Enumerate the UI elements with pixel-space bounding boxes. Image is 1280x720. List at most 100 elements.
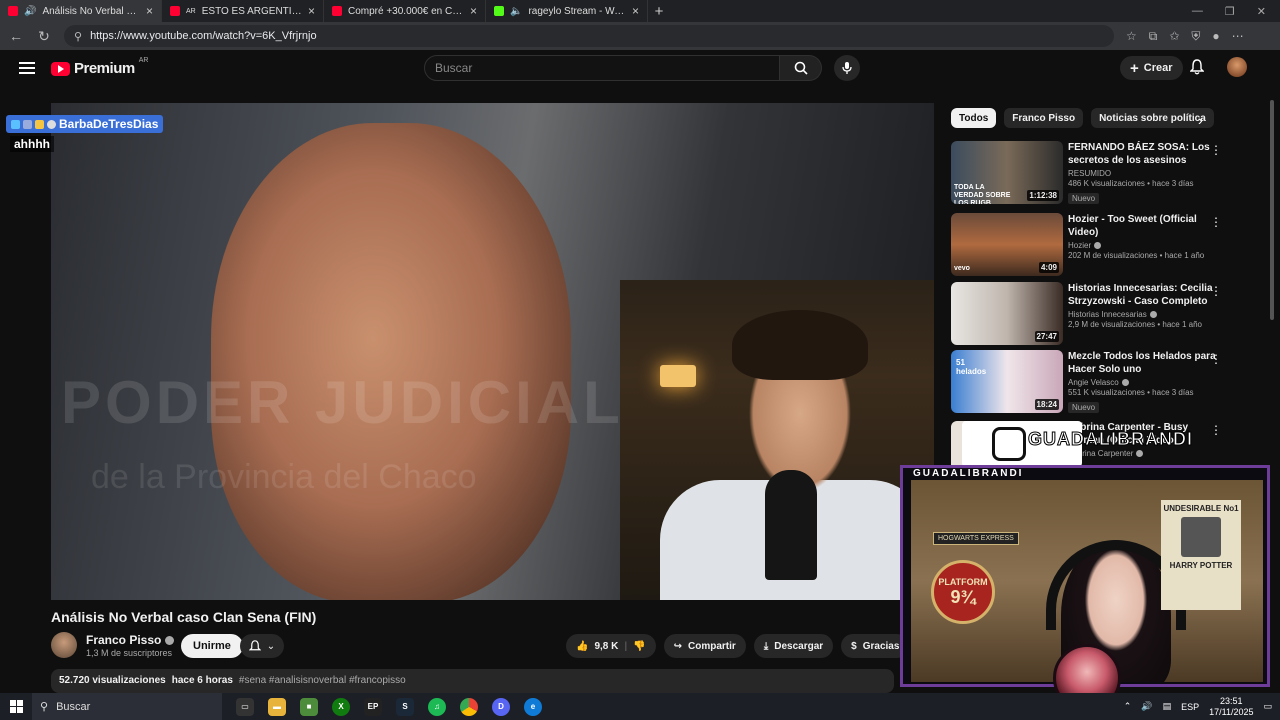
more-options-icon[interactable]: ⋮ [1210, 284, 1222, 298]
file-explorer-icon[interactable]: ▬ [268, 697, 286, 716]
taskbar-apps: ▭ ▬ ■ X EP S ♫ D e [222, 697, 542, 716]
thanks-icon: $ [851, 640, 857, 652]
hashtags[interactable]: #sena #analisisnoverbal #francopisso [239, 675, 406, 687]
channel-avatar[interactable] [51, 632, 77, 658]
recommendation-channel-row[interactable]: Hozier [1068, 241, 1218, 250]
recommendation-item[interactable]: 51 helados 18:24 Mezcle Todos los Helado… [951, 350, 1261, 414]
more-options-icon[interactable]: ⋮ [1210, 352, 1222, 366]
more-icon[interactable]: ⋯ [1232, 29, 1244, 44]
search-button[interactable] [780, 55, 822, 81]
windows-logo-icon [9, 700, 23, 713]
sidebar-scrollbar[interactable] [1270, 100, 1274, 320]
new-tab-button[interactable]: + [648, 3, 670, 20]
search-input[interactable]: Buscar [424, 55, 780, 81]
network-icon[interactable]: ▤ [1163, 701, 1172, 712]
download-button[interactable]: ⤓ Descargar [753, 634, 834, 658]
channel-name[interactable]: Franco Pisso [86, 633, 175, 647]
close-window-icon[interactable]: ✕ [1257, 5, 1266, 18]
close-tab-icon[interactable]: × [308, 4, 315, 18]
back-icon[interactable]: ← [8, 28, 24, 44]
language-indicator[interactable]: ESP [1181, 702, 1199, 712]
create-button[interactable]: + Crear [1120, 56, 1183, 80]
taskbar-search[interactable]: ⚲ Buscar [32, 693, 222, 720]
join-button[interactable]: Unirme [181, 634, 243, 658]
hamburger-menu-icon[interactable] [19, 62, 35, 74]
site-info-icon[interactable]: ⚲ [74, 30, 82, 43]
filter-chips: Todos Franco Pisso Noticias sobre políti… [951, 108, 1214, 128]
browser-tab-bar: 🔊 Análisis No Verbal caso Clan Sena × AR… [0, 0, 1280, 22]
epic-games-icon[interactable]: EP [364, 697, 382, 716]
profile-icon[interactable]: ● [1212, 29, 1219, 44]
star-icon[interactable]: ☆ [1126, 29, 1137, 44]
steam-icon[interactable]: S [396, 697, 414, 716]
browser-tab-2[interactable]: AR ESTO ES ARGENTINA! MEJO × [162, 0, 324, 22]
edge-icon[interactable]: e [524, 697, 542, 716]
chevron-down-icon: ⌄ [266, 640, 276, 652]
muted-speaker-icon[interactable]: 🔈 [510, 6, 522, 17]
chevron-up-icon[interactable]: ⌃ [1124, 701, 1132, 712]
video-thumbnail[interactable]: 51 helados 18:24 [951, 350, 1063, 413]
shield-icon[interactable]: ⛨ [1191, 29, 1200, 44]
recommendation-meta: 2,9 M de visualizaciones • hace 1 año [1068, 320, 1202, 329]
share-button[interactable]: ↪ Compartir [663, 634, 746, 658]
close-tab-icon[interactable]: × [146, 4, 153, 18]
task-view-icon[interactable]: ▭ [236, 697, 254, 716]
thumbs-up-icon: 👍 [576, 640, 589, 652]
recommendation-item[interactable]: TODA LA VERDAD SOBRE LOS RUGB 1:12:38 FE… [951, 141, 1261, 205]
clock[interactable]: 23:51 17/11/2025 [1209, 696, 1253, 718]
chip-politics[interactable]: Noticias sobre política [1091, 108, 1214, 128]
recommendation-channel-row[interactable]: Sabrina Carpenter [1068, 449, 1218, 458]
voice-search-button[interactable] [834, 55, 860, 81]
notifications-button[interactable] [1189, 59, 1205, 80]
chevron-right-icon[interactable]: › [1198, 112, 1203, 128]
recommendation-channel-row[interactable]: Angie Velasco [1068, 378, 1218, 387]
notifications-icon[interactable]: ▭ [1263, 701, 1272, 712]
browser-tab-1[interactable]: 🔊 Análisis No Verbal caso Clan Sena × [0, 0, 162, 22]
more-options-icon[interactable]: ⋮ [1210, 423, 1222, 437]
recommendation-channel: Hozier [1068, 241, 1092, 250]
close-tab-icon[interactable]: × [470, 4, 477, 18]
more-options-icon[interactable]: ⋮ [1210, 215, 1222, 229]
volume-icon[interactable]: 🔊 [1141, 701, 1152, 712]
browser-tab-3[interactable]: Compré +30.000€ en Cajas Mister × [324, 0, 486, 22]
start-button[interactable] [0, 700, 32, 713]
chrome-icon[interactable] [460, 697, 478, 716]
browser-tab-4[interactable]: 🔈 rageylo Stream - Watch Live × [486, 0, 648, 22]
recommendation-channel: Historias Innecesarias [1068, 310, 1147, 319]
search-icon: ⚲ [40, 701, 49, 713]
video-thumbnail[interactable]: 27:47 [951, 282, 1063, 345]
video-description[interactable]: 52.720 visualizaciones hace 6 horas #sen… [51, 669, 894, 693]
recommendation-channel-row[interactable]: Historias Innecesarias [1068, 310, 1218, 319]
recommendation-info: Historias Innecesarias: Cecilia Strzyzow… [1068, 282, 1218, 329]
reload-icon[interactable]: ↻ [36, 28, 52, 45]
video-watermark: PODER JUDICIAL [61, 369, 624, 436]
subscription-bell-button[interactable]: ⌄ [240, 634, 284, 658]
extensions-icon[interactable]: ⧉ [1149, 29, 1158, 44]
close-tab-icon[interactable]: × [632, 4, 639, 18]
recommendation-item[interactable]: 27:47 Historias Innecesarias: Cecilia St… [951, 282, 1261, 346]
recommendation-item[interactable]: vevo 4:09 Hozier - Too Sweet (Official V… [951, 213, 1261, 277]
youtube-premium-logo[interactable]: Premium AR [51, 57, 148, 77]
user-avatar[interactable] [1227, 57, 1247, 77]
chip-todos[interactable]: Todos [951, 108, 997, 128]
url-field[interactable]: ⚲ https://www.youtube.com/watch?v=6K_Vfr… [64, 25, 1114, 47]
more-options-icon[interactable]: ⋮ [1210, 143, 1222, 157]
minecraft-icon[interactable]: ■ [300, 697, 318, 716]
thumbs-down-icon[interactable]: 👎 [633, 641, 645, 652]
minimize-icon[interactable]: — [1192, 5, 1203, 18]
spotify-icon[interactable]: ♫ [428, 697, 446, 716]
video-thumbnail[interactable]: TODA LA VERDAD SOBRE LOS RUGB 1:12:38 [951, 141, 1063, 204]
video-player[interactable]: PODER JUDICIAL de la Provincia del Chaco [51, 103, 934, 600]
video-thumbnail[interactable]: vevo 4:09 [951, 213, 1063, 276]
maximize-icon[interactable]: ❐ [1225, 5, 1235, 18]
video-actions: 👍 9,8 K | 👎 ↪ Compartir ⤓ Descargar $ Gr… [566, 634, 910, 658]
xbox-icon[interactable]: X [332, 697, 350, 716]
bell-icon [1189, 59, 1205, 75]
like-button[interactable]: 👍 9,8 K | 👎 [566, 634, 656, 658]
facecam-overlay [620, 280, 934, 600]
favorites-icon[interactable]: ✩ [1169, 29, 1179, 44]
speaker-icon[interactable]: 🔊 [24, 6, 36, 17]
recommendation-channel[interactable]: RESUMIDO [1068, 169, 1218, 178]
discord-icon[interactable]: D [492, 697, 510, 716]
chip-channel[interactable]: Franco Pisso [1004, 108, 1084, 128]
